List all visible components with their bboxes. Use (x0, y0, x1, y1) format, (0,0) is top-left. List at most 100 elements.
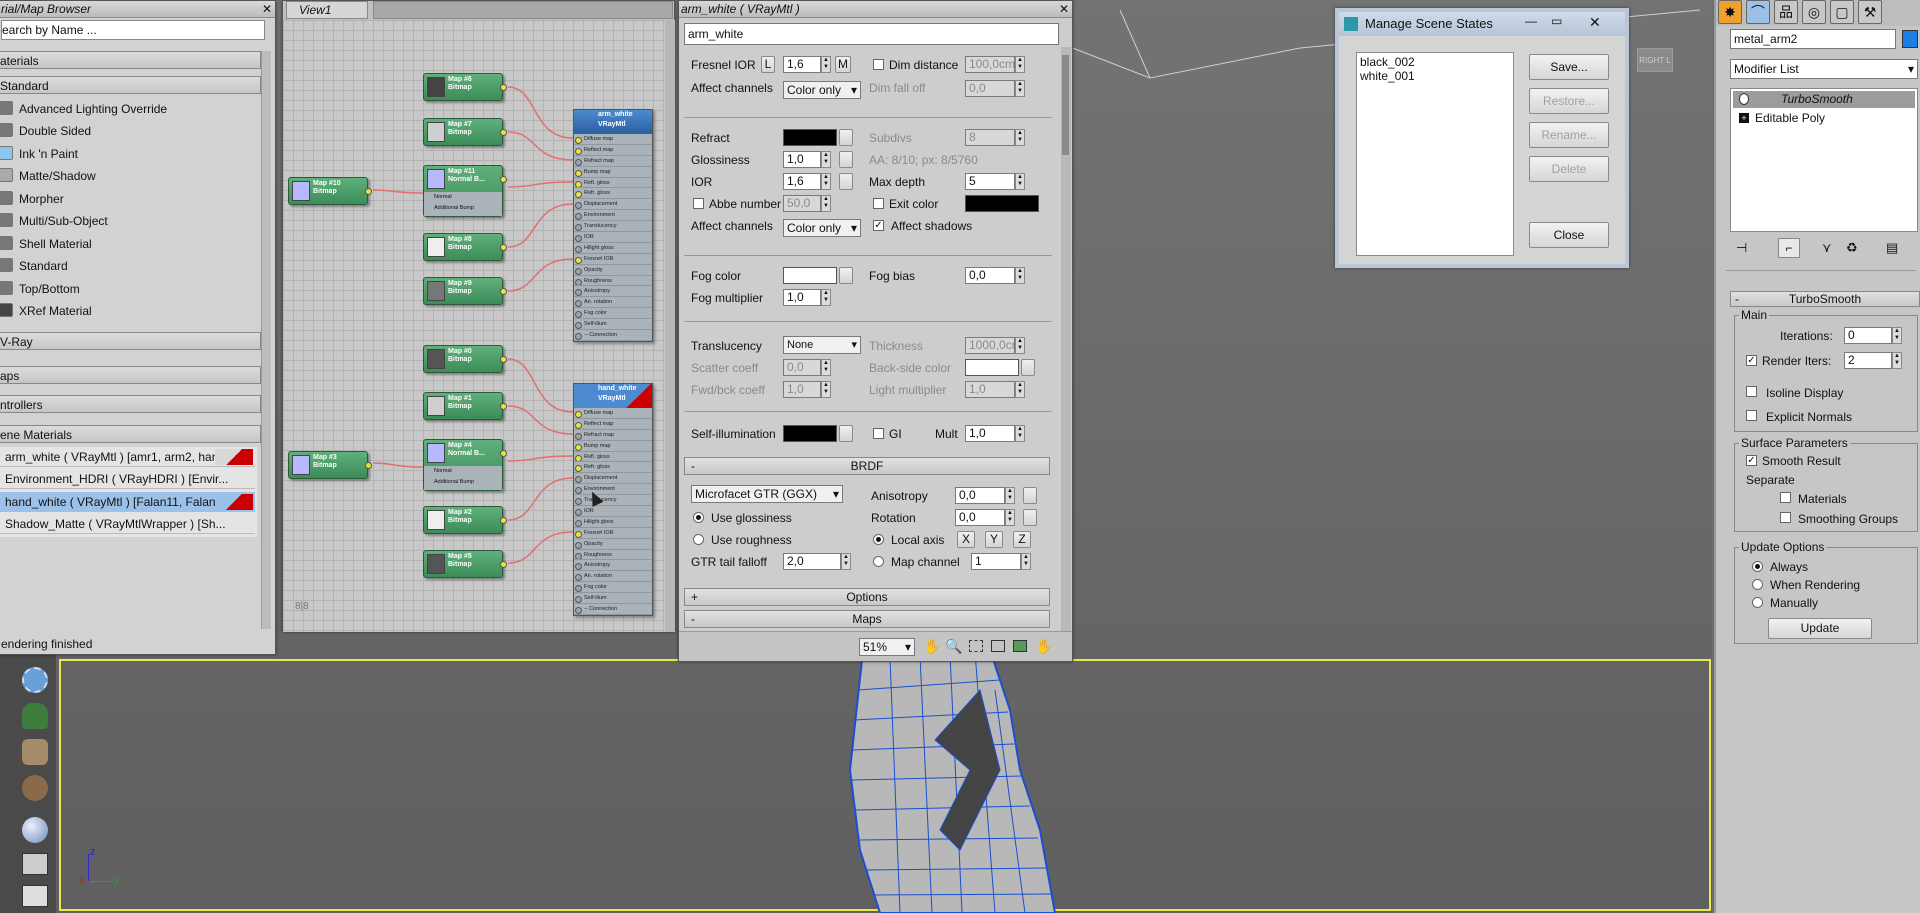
list-item[interactable]: black_002 (1360, 55, 1510, 69)
backside-color-swatch[interactable] (965, 359, 1019, 376)
node-map-0[interactable]: Map #0 Bitmap (423, 345, 507, 373)
refract-map-button[interactable] (839, 129, 853, 146)
light-icon[interactable] (22, 885, 48, 907)
use-roughness-radio[interactable] (693, 534, 704, 545)
expand-plus-icon[interactable]: + (1739, 113, 1749, 123)
zoom-selected-icon[interactable] (1013, 640, 1027, 652)
self-illum-color-swatch[interactable] (783, 425, 837, 442)
axis-x-button[interactable]: X (957, 531, 975, 548)
node-map-3[interactable]: Map #3 Bitmap (288, 451, 372, 479)
list-item[interactable]: Shadow_Matte ( VRayMtlWrapper ) [Sh... (0, 514, 255, 534)
abbe-input[interactable]: 50,0 (783, 195, 821, 212)
list-item[interactable]: Multi/Sub-Object (0, 210, 267, 232)
output-pin-icon[interactable] (500, 84, 507, 91)
material-slot[interactable]: Fog color (574, 308, 652, 320)
gear-shape-icon[interactable] (22, 667, 48, 693)
material-slot[interactable]: Fresnel IOR (574, 254, 652, 265)
subdivs-spinner[interactable]: ▲ ▼ (1015, 129, 1025, 146)
iterations-input[interactable]: 0 (1844, 327, 1892, 344)
max-depth-spinner[interactable]: ▲ ▼ (1015, 173, 1025, 190)
fog-bias-input[interactable]: 0,0 (965, 267, 1015, 284)
subdivs-input[interactable]: 8 (965, 129, 1015, 146)
material-slot[interactable]: Opacity (574, 539, 652, 550)
rotation-input[interactable]: 0,0 (955, 509, 1005, 526)
material-name-field[interactable]: arm_white (684, 23, 1059, 45)
smoothing-groups-checkbox[interactable] (1780, 512, 1791, 523)
close-icon[interactable]: ✕ (1589, 14, 1601, 31)
iterations-spinner[interactable]: ▲ ▼ (1892, 327, 1902, 344)
gtr-input[interactable]: 2,0 (783, 553, 841, 570)
dim-distance-spinner[interactable]: ▲ ▼ (1015, 56, 1025, 73)
abbe-checkbox[interactable] (693, 198, 704, 209)
delete-button[interactable]: Delete (1529, 156, 1609, 182)
output-pin-icon[interactable] (500, 450, 507, 457)
output-pin-icon[interactable] (500, 129, 507, 136)
update-manually-radio[interactable] (1752, 597, 1763, 608)
map-channel-radio[interactable] (873, 556, 884, 567)
params-scrollbar[interactable] (1061, 47, 1071, 631)
material-slot[interactable]: Anisotropy (574, 560, 652, 572)
list-item[interactable]: Shell Material (0, 233, 267, 255)
fog-mult-spinner[interactable]: ▲ ▼ (821, 289, 831, 306)
material-slot[interactable]: Diffuse map (574, 134, 652, 145)
material-slot[interactable]: Hilight gloss (574, 517, 652, 528)
options-rollout-header[interactable]: + Options (684, 588, 1050, 606)
minimize-icon[interactable]: — (1525, 14, 1537, 28)
max-depth-input[interactable]: 5 (965, 173, 1015, 190)
dim-distance-checkbox[interactable] (873, 59, 884, 70)
show-end-result-icon[interactable]: ⌐ (1778, 238, 1800, 258)
material-slot[interactable]: Roughness (574, 550, 652, 561)
material-slot[interactable]: Refr. gloss (574, 188, 652, 200)
sphere-texture-icon[interactable] (22, 775, 48, 801)
material-slot[interactable]: Refract map (574, 430, 652, 441)
close-icon[interactable]: ✕ (1059, 1, 1069, 17)
node-map-4[interactable]: Map #4 Normal B... Normal Additional Bump (423, 439, 507, 491)
section-materials[interactable]: aterials (0, 51, 261, 69)
list-item[interactable]: Standard (0, 255, 267, 277)
output-pin-icon[interactable] (500, 176, 507, 183)
material-slot[interactable]: Reflect map (574, 145, 652, 156)
materials-checkbox[interactable] (1780, 492, 1791, 503)
ior-input[interactable]: 1,6 (783, 173, 821, 190)
output-pin-icon[interactable] (365, 188, 372, 195)
browser-scrollbar[interactable] (261, 51, 271, 629)
update-always-radio[interactable] (1752, 561, 1763, 572)
section-standard[interactable]: Standard (0, 76, 261, 94)
ior-map-button[interactable] (839, 173, 853, 190)
object-name-input[interactable]: metal_arm2 (1730, 29, 1896, 49)
material-slot[interactable]: Self-illum (574, 593, 652, 605)
light-mult-input[interactable]: 1,0 (965, 381, 1015, 398)
material-slot[interactable]: An. rotation (574, 297, 652, 309)
scroll-thumb[interactable] (1062, 55, 1069, 155)
view-scrollbar[interactable] (665, 20, 675, 632)
restore-button[interactable]: Restore... (1529, 88, 1609, 114)
section-vray[interactable]: V-Ray (0, 332, 261, 350)
output-pin-icon[interactable] (500, 288, 507, 295)
use-glossiness-radio[interactable] (693, 512, 704, 523)
material-slot[interactable]: An. rotation (574, 571, 652, 583)
fwdbck-input[interactable]: 1,0 (783, 381, 821, 398)
list-item-selected[interactable]: hand_white ( VRayMtl ) [Falan11, Falan (0, 492, 255, 512)
scatter-spinner[interactable]: ▲ ▼ (821, 359, 831, 376)
plant-icon[interactable] (22, 703, 48, 729)
fresnel-ior-spinner[interactable]: ▲ ▼ (821, 56, 831, 73)
map-channel-spinner[interactable]: ▲ ▼ (1021, 553, 1031, 570)
material-slot[interactable]: -- Connection (574, 330, 652, 341)
ior-spinner[interactable]: ▲ ▼ (821, 173, 831, 190)
modifier-stack[interactable]: TurboSmooth + Editable Poly (1730, 88, 1918, 232)
node-map-6[interactable]: Map #6 Bitmap (423, 73, 507, 101)
material-slot[interactable]: Reflect map (574, 419, 652, 430)
local-axis-radio[interactable] (873, 534, 884, 545)
material-slot[interactable]: Translucency (574, 221, 652, 233)
zoom-icon[interactable]: 🔍 (945, 638, 962, 655)
exit-color-swatch[interactable] (965, 195, 1039, 212)
fresnel-map-button[interactable]: M (835, 56, 851, 73)
refract-color-swatch[interactable] (783, 129, 837, 146)
fog-color-swatch[interactable] (783, 267, 837, 284)
material-slot[interactable]: Environment (574, 210, 652, 222)
list-item[interactable]: white_001 (1360, 69, 1510, 83)
rename-button[interactable]: Rename... (1529, 122, 1609, 148)
thickness-input[interactable]: 1000,0cm (965, 337, 1015, 354)
display-tab-icon[interactable]: ▢ (1830, 0, 1854, 24)
render-iters-checkbox[interactable]: ✓ (1746, 355, 1757, 366)
